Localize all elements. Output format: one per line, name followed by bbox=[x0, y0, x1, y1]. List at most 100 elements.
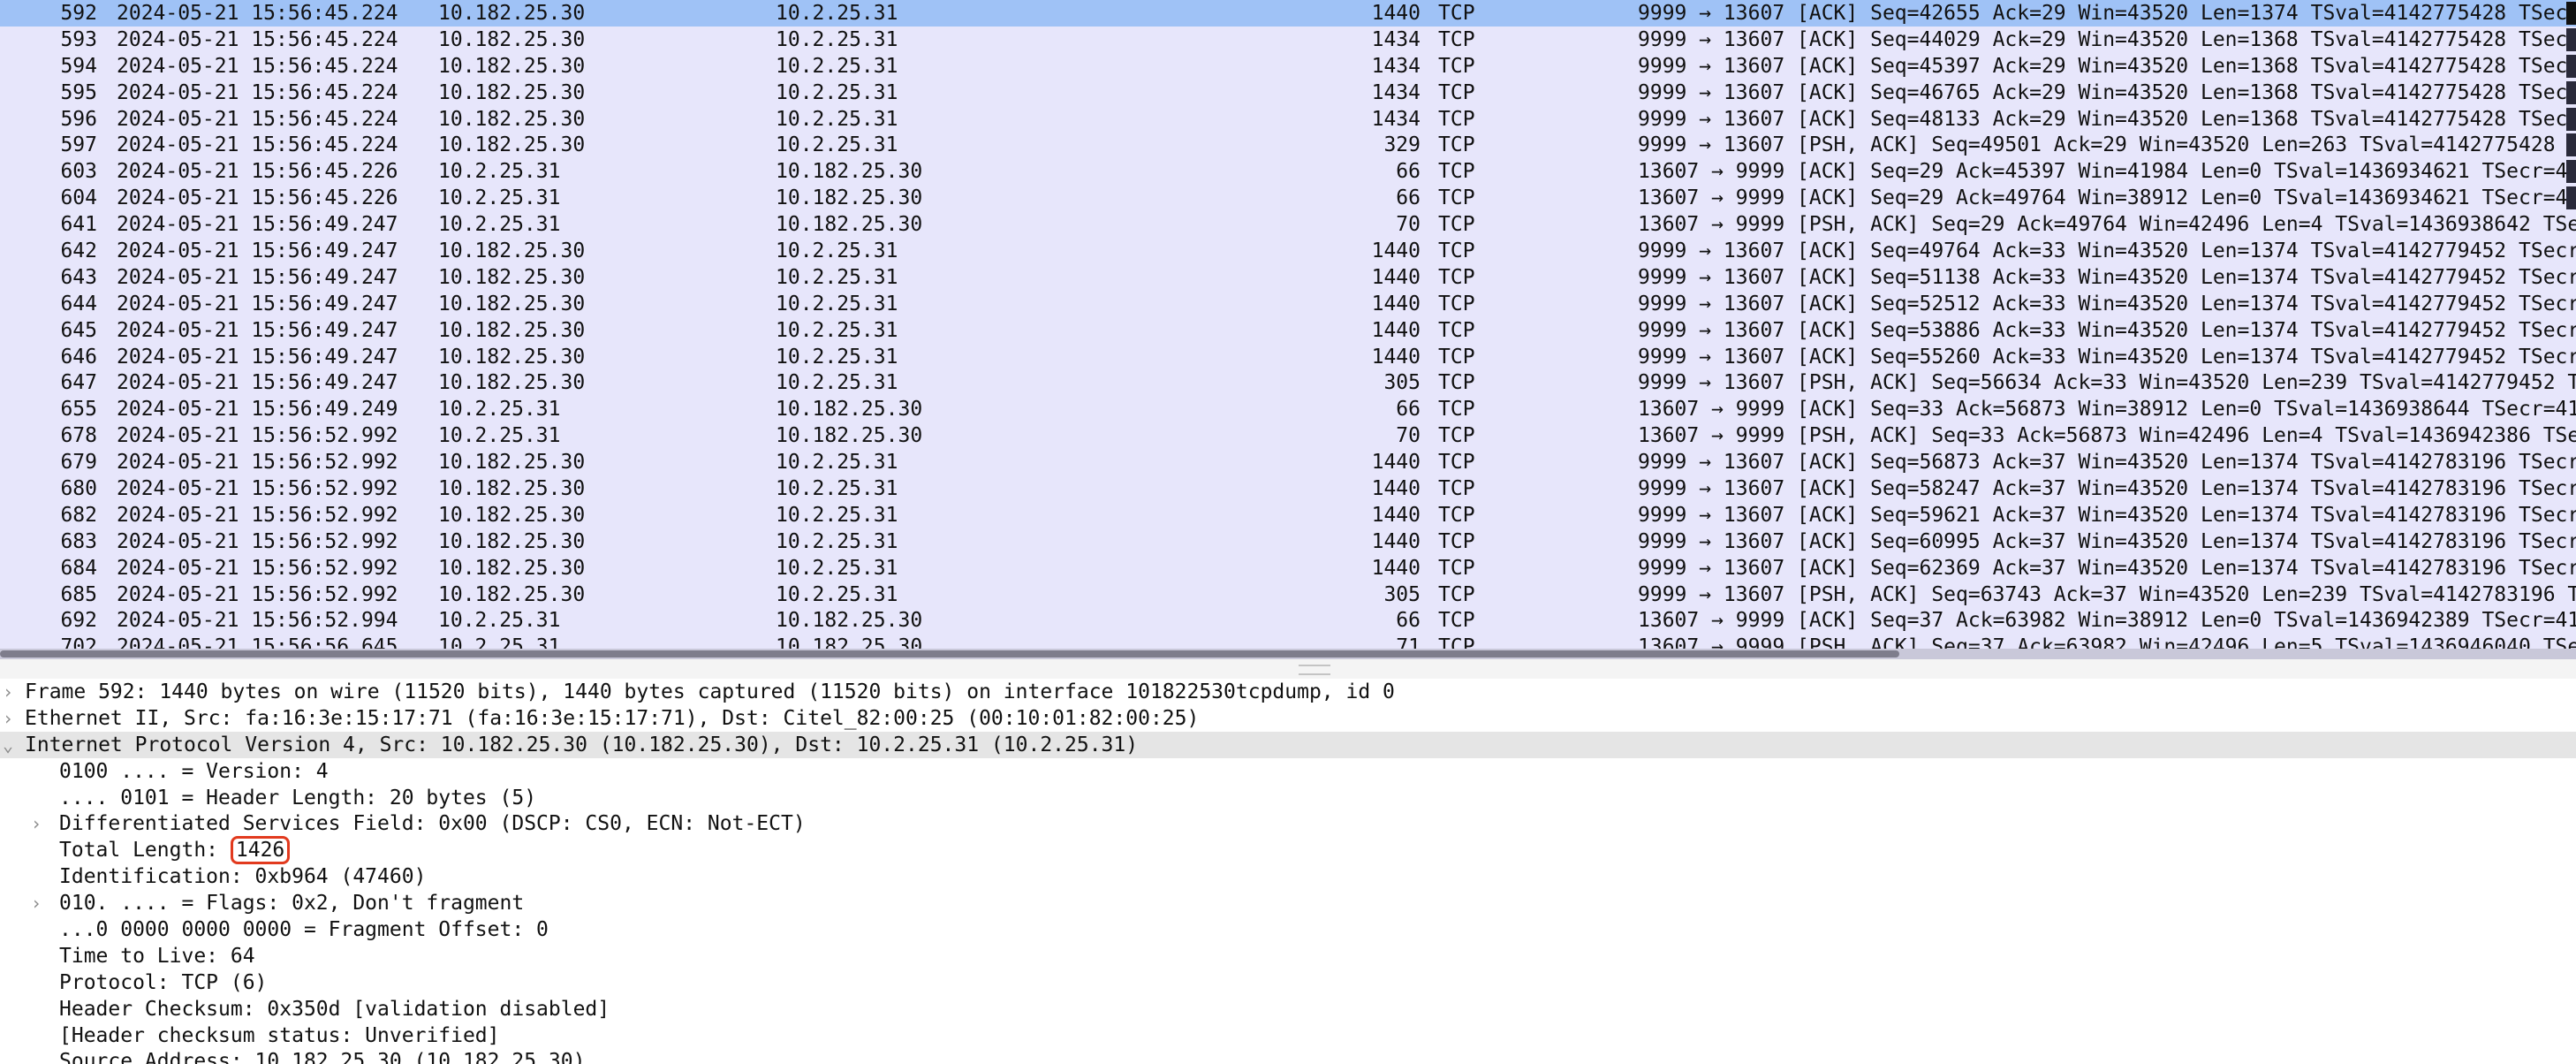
detail-tree-item[interactable]: Identification: 0xb964 (47460) bbox=[0, 863, 2576, 890]
detail-tree-item[interactable]: Total Length: 1426 bbox=[0, 836, 2576, 865]
detail-tree-item[interactable]: Header Checksum: 0x350d [validation disa… bbox=[0, 996, 2576, 1022]
packet-row[interactable]: 680 2024-05-21 15:56:52.992 10.182.25.30 10… bbox=[0, 475, 2576, 502]
splitter-handle-icon[interactable] bbox=[1299, 665, 1330, 675]
packet-protocol: TCP bbox=[1438, 424, 1475, 448]
packet-row[interactable]: 595 2024-05-21 15:56:45.224 10.182.25.30 10… bbox=[0, 79, 2576, 106]
intelligent-scrollbar-marker bbox=[2566, 186, 2576, 210]
packet-info: 9999 → 13607 [PSH, ACK] Seq=49501 Ack=29… bbox=[1638, 133, 2576, 157]
packet-time: 2024-05-21 15:56:45.224 bbox=[117, 133, 398, 157]
packet-row[interactable]: 596 2024-05-21 15:56:45.224 10.182.25.30 10… bbox=[0, 105, 2576, 133]
packet-details-pane[interactable]: › Frame 592: 1440 bytes on wire (11520 bi… bbox=[0, 679, 2576, 1064]
packet-row[interactable]: 647 2024-05-21 15:56:49.247 10.182.25.30 10… bbox=[0, 369, 2576, 397]
packet-row[interactable]: 593 2024-05-21 15:56:45.224 10.182.25.30 10… bbox=[0, 26, 2576, 53]
detail-tree-item[interactable]: Protocol: TCP (6) bbox=[0, 969, 2576, 996]
detail-label: ...0 0000 0000 0000 = Fragment Offset: 0 bbox=[59, 918, 549, 942]
detail-tree-item[interactable]: Source Address: 10.182.25.30 (10.182.25.… bbox=[0, 1048, 2576, 1064]
packet-row[interactable]: 592 2024-05-21 15:56:45.224 10.182.25.30 10… bbox=[0, 0, 2576, 27]
detail-tree-item[interactable]: › Frame 592: 1440 bytes on wire (11520 bi… bbox=[0, 679, 2576, 705]
packet-row[interactable]: 604 2024-05-21 15:56:45.226 10.2.25.31 10.1… bbox=[0, 185, 2576, 212]
intelligent-scrollbar-marker bbox=[2566, 160, 2576, 184]
packet-row[interactable]: 597 2024-05-21 15:56:45.224 10.182.25.30 10… bbox=[0, 132, 2576, 159]
packet-info: 9999 → 13607 [ACK] Seq=45397 Ack=29 Win=… bbox=[1638, 54, 2576, 78]
packet-source: 10.182.25.30 bbox=[438, 80, 586, 104]
packet-time: 2024-05-21 15:56:45.224 bbox=[117, 27, 398, 51]
packet-row[interactable]: 678 2024-05-21 15:56:52.992 10.2.25.31 10.1… bbox=[0, 422, 2576, 450]
detail-tree-item[interactable]: › Ethernet II, Src: fa:16:3e:15:17:71 (fa… bbox=[0, 705, 2576, 732]
packet-destination: 10.2.25.31 bbox=[776, 477, 898, 501]
detail-tree-item[interactable]: .... 0101 = Header Length: 20 bytes (5) bbox=[0, 785, 2576, 811]
packet-destination: 10.182.25.30 bbox=[776, 424, 923, 448]
packet-number: 682 bbox=[60, 503, 97, 527]
scrollbar-thumb[interactable] bbox=[0, 650, 1899, 657]
detail-label: Frame 592: 1440 bytes on wire (11520 bit… bbox=[25, 680, 1395, 703]
packet-source: 10.182.25.30 bbox=[438, 54, 586, 78]
packet-length: 66 bbox=[1396, 160, 1421, 184]
packet-row[interactable]: 655 2024-05-21 15:56:49.249 10.2.25.31 10.1… bbox=[0, 396, 2576, 423]
packet-time: 2024-05-21 15:56:52.992 bbox=[117, 477, 398, 501]
packet-row[interactable]: 685 2024-05-21 15:56:52.992 10.182.25.30 10… bbox=[0, 581, 2576, 608]
detail-tree-item[interactable]: › 010. .... = Flags: 0x2, Don't fragment bbox=[0, 890, 2576, 916]
detail-tree-item[interactable]: ⌄ Internet Protocol Version 4, Src: 10.18… bbox=[0, 731, 2576, 758]
packet-number: 643 bbox=[60, 265, 97, 289]
packet-row[interactable]: 684 2024-05-21 15:56:52.992 10.182.25.30 10… bbox=[0, 554, 2576, 581]
packet-list[interactable]: 592 2024-05-21 15:56:45.224 10.182.25.30 10… bbox=[0, 0, 2576, 659]
packet-length: 305 bbox=[1383, 371, 1421, 395]
packet-source: 10.2.25.31 bbox=[438, 160, 561, 184]
packet-time: 2024-05-21 15:56:49.247 bbox=[117, 265, 398, 289]
detail-tree-item[interactable]: 0100 .... = Version: 4 bbox=[0, 758, 2576, 785]
packet-source: 10.182.25.30 bbox=[438, 239, 586, 263]
packet-info: 9999 → 13607 [PSH, ACK] Seq=56634 Ack=33… bbox=[1638, 371, 2576, 395]
packet-protocol: TCP bbox=[1438, 318, 1475, 342]
packet-protocol: TCP bbox=[1438, 609, 1475, 633]
detail-tree-item[interactable]: [Header checksum status: Unverified] bbox=[0, 1022, 2576, 1049]
packet-info: 13607 → 9999 [PSH, ACK] Seq=29 Ack=49764… bbox=[1638, 213, 2576, 237]
pane-splitter[interactable] bbox=[0, 659, 2576, 680]
packet-time: 2024-05-21 15:56:45.226 bbox=[117, 160, 398, 184]
packet-list-horizontal-scrollbar[interactable] bbox=[0, 649, 2576, 659]
packet-length: 1440 bbox=[1371, 265, 1421, 289]
packet-time: 2024-05-21 15:56:49.247 bbox=[117, 292, 398, 315]
packet-destination: 10.2.25.31 bbox=[776, 80, 898, 104]
packet-row[interactable]: 646 2024-05-21 15:56:49.247 10.182.25.30 10… bbox=[0, 343, 2576, 370]
packet-row[interactable]: 594 2024-05-21 15:56:45.224 10.182.25.30 10… bbox=[0, 52, 2576, 80]
expand-chevron-icon[interactable]: › bbox=[0, 705, 16, 732]
expand-chevron-icon[interactable]: › bbox=[28, 890, 44, 916]
packet-destination: 10.2.25.31 bbox=[776, 503, 898, 527]
detail-text: Protocol: TCP (6) bbox=[59, 969, 267, 996]
packet-source: 10.2.25.31 bbox=[438, 398, 561, 422]
expand-chevron-icon[interactable]: › bbox=[0, 679, 16, 705]
packet-number: 642 bbox=[60, 239, 97, 263]
packet-number: 646 bbox=[60, 345, 97, 369]
detail-text: Total Length: 1426 bbox=[59, 836, 291, 865]
packet-destination: 10.2.25.31 bbox=[776, 292, 898, 315]
detail-tree-item[interactable]: › Differentiated Services Field: 0x00 (DS… bbox=[0, 810, 2576, 837]
packet-number: 594 bbox=[60, 54, 97, 78]
collapse-chevron-icon[interactable]: ⌄ bbox=[0, 732, 16, 758]
packet-number: 645 bbox=[60, 318, 97, 342]
packet-row[interactable]: 692 2024-05-21 15:56:52.994 10.2.25.31 10.1… bbox=[0, 607, 2576, 635]
packet-row[interactable]: 643 2024-05-21 15:56:49.247 10.182.25.30 10… bbox=[0, 263, 2576, 291]
packet-info: 9999 → 13607 [ACK] Seq=49764 Ack=33 Win=… bbox=[1638, 239, 2576, 263]
intelligent-scrollbar-marker bbox=[2566, 133, 2576, 157]
packet-row[interactable]: 645 2024-05-21 15:56:49.247 10.182.25.30 10… bbox=[0, 316, 2576, 344]
packet-row[interactable]: 644 2024-05-21 15:56:49.247 10.182.25.30 10… bbox=[0, 290, 2576, 317]
intelligent-scrollbar-marker bbox=[2566, 80, 2576, 104]
packet-length: 329 bbox=[1383, 133, 1421, 157]
packet-protocol: TCP bbox=[1438, 133, 1475, 157]
detail-label: Source Address: 10.182.25.30 (10.182.25.… bbox=[59, 1050, 586, 1064]
packet-row[interactable]: 683 2024-05-21 15:56:52.992 10.182.25.30 10… bbox=[0, 528, 2576, 555]
packet-row[interactable]: 679 2024-05-21 15:56:52.992 10.182.25.30 10… bbox=[0, 449, 2576, 476]
detail-tree-item[interactable]: Time to Live: 64 bbox=[0, 943, 2576, 969]
packet-row[interactable]: 642 2024-05-21 15:56:49.247 10.182.25.30 10… bbox=[0, 238, 2576, 264]
intelligent-scrollbar-marker bbox=[2566, 2, 2576, 25]
packet-row[interactable]: 603 2024-05-21 15:56:45.226 10.2.25.31 10.1… bbox=[0, 158, 2576, 186]
packet-time: 2024-05-21 15:56:52.992 bbox=[117, 451, 398, 475]
packet-protocol: TCP bbox=[1438, 186, 1475, 210]
packet-protocol: TCP bbox=[1438, 371, 1475, 395]
expand-chevron-icon[interactable]: › bbox=[28, 810, 44, 837]
packet-row[interactable]: 682 2024-05-21 15:56:52.992 10.182.25.30 10… bbox=[0, 501, 2576, 528]
packet-number: 597 bbox=[60, 133, 97, 157]
detail-tree-item[interactable]: ...0 0000 0000 0000 = Fragment Offset: 0 bbox=[0, 916, 2576, 943]
packet-length: 1440 bbox=[1371, 503, 1421, 527]
packet-row[interactable]: 641 2024-05-21 15:56:49.247 10.2.25.31 10.1… bbox=[0, 211, 2576, 239]
